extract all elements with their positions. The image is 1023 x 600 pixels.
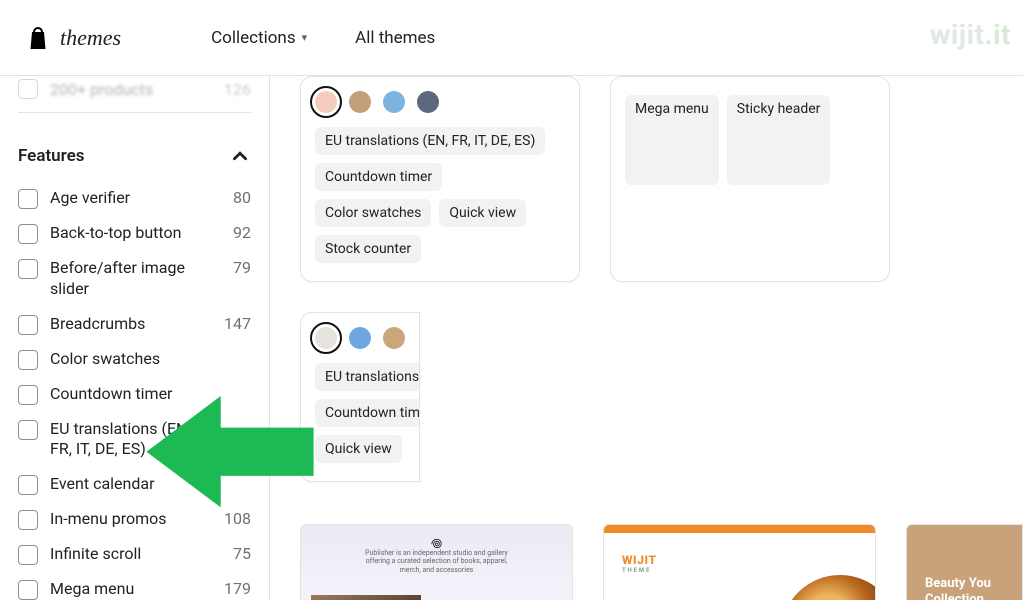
filter-label: EU translations (EN, FR, IT, DE, ES) — [50, 419, 205, 461]
feature-tag: EU translations (EN, FR, IT, DE, ES) — [315, 127, 545, 155]
shopify-bag-icon — [26, 25, 50, 51]
thumb-headline: Publisher is an independent studio and g… — [356, 549, 516, 574]
checkbox[interactable] — [18, 385, 38, 405]
filter-label: 200+ products — [50, 80, 212, 99]
main-nav: Collections ▾ All themes — [211, 28, 435, 48]
filter-label: Mega menu — [50, 579, 205, 600]
filter-count: 179 — [217, 579, 251, 598]
color-swatch[interactable] — [417, 91, 439, 113]
swatch-row — [315, 91, 565, 113]
nav-all-themes[interactable]: All themes — [355, 28, 435, 48]
filter-list: Age verifier 80 Back-to-top button 92 Before… — [18, 181, 251, 600]
color-swatch[interactable] — [315, 327, 337, 349]
theme-thumbnail[interactable]: WIJITT H E M E THE RESTAURANT HOLDS SPIC… — [603, 524, 876, 600]
filter-count: 147 — [217, 314, 251, 333]
nav-collections-label: Collections — [211, 28, 296, 48]
feature-tag: Quick view — [315, 435, 402, 463]
filters-sidebar: 200+ products 126 Features Age verifier 8… — [0, 76, 270, 600]
color-swatch[interactable] — [383, 327, 405, 349]
filter-row[interactable]: Color swatches — [18, 342, 251, 377]
feature-tag: Color swatches — [315, 199, 431, 227]
color-swatch[interactable] — [349, 327, 371, 349]
filter-label: Countdown timer — [50, 384, 205, 405]
divider — [18, 112, 251, 113]
checkbox[interactable] — [18, 580, 38, 600]
filter-label: Back-to-top button — [50, 223, 205, 244]
brand-logo[interactable]: themes — [26, 25, 121, 51]
tag-list: Mega menuSticky header — [625, 95, 875, 185]
filter-row[interactable]: Before/after image slider 79 — [18, 251, 251, 307]
filter-label: Color swatches — [50, 349, 205, 370]
color-swatch[interactable] — [349, 91, 371, 113]
filter-group-heading[interactable]: Features — [18, 145, 251, 167]
filter-count: 126 — [224, 80, 251, 99]
filter-label: Before/after image slider — [50, 258, 205, 300]
tag-list: EU translations (EN, FR, IT, DE, ES) Coun… — [315, 127, 565, 263]
checkbox[interactable] — [18, 224, 38, 244]
filter-row[interactable]: Countdown timer — [18, 377, 251, 412]
checkbox[interactable] — [18, 315, 38, 335]
feature-tag: Mega menu — [625, 95, 719, 185]
feature-tag: Countdown timer — [315, 163, 442, 191]
filter-label: In-menu promos — [50, 509, 205, 530]
theme-card[interactable]: Mega menuSticky header — [610, 76, 890, 282]
checkbox[interactable] — [18, 350, 38, 370]
checkbox[interactable] — [18, 259, 38, 279]
theme-thumbnail[interactable]: Beauty You Collection DISCOVER NOW Tru F… — [906, 524, 1023, 600]
filter-row[interactable]: Mega menu 179 — [18, 572, 251, 600]
feature-tag: Countdown timer — [315, 399, 420, 427]
filter-count: 75 — [217, 544, 251, 563]
feature-tag: EU translations — [315, 363, 420, 391]
filter-count: 108 — [217, 509, 251, 528]
color-swatch[interactable] — [383, 91, 405, 113]
theme-thumbnail[interactable]: 𖦹 Publisher is an independent studio and… — [300, 524, 573, 600]
filter-row[interactable]: Event calendar — [18, 467, 251, 502]
tag-list: EU translationsCountdown timerQuick view — [315, 363, 405, 463]
color-swatch[interactable] — [315, 91, 337, 113]
filter-row[interactable]: Back-to-top button 92 — [18, 216, 251, 251]
filter-row[interactable]: Breadcrumbs 147 — [18, 307, 251, 342]
site-header: themes Collections ▾ All themes — [0, 0, 1023, 76]
filter-row[interactable]: In-menu promos 108 — [18, 502, 251, 537]
thumb-headline: Beauty You Collection — [925, 576, 1014, 600]
filter-row-truncated[interactable]: 200+ products 126 — [18, 76, 251, 102]
checkbox[interactable] — [18, 189, 38, 209]
checkbox[interactable] — [18, 475, 38, 495]
feature-tag: Sticky header — [727, 95, 831, 185]
filter-label: Infinite scroll — [50, 544, 205, 565]
swatch-row — [315, 327, 405, 349]
nav-all-themes-label: All themes — [355, 28, 435, 48]
results-grid: EU translations (EN, FR, IT, DE, ES) Coun… — [270, 76, 1023, 600]
checkbox[interactable] — [18, 420, 38, 440]
filter-row[interactable]: EU translations (EN, FR, IT, DE, ES) — [18, 412, 251, 468]
theme-card[interactable]: EU translations (EN, FR, IT, DE, ES) Coun… — [300, 76, 580, 282]
checkbox[interactable] — [18, 79, 38, 99]
filter-count: 92 — [217, 223, 251, 242]
checkbox[interactable] — [18, 545, 38, 565]
chevron-up-icon[interactable] — [229, 145, 251, 167]
filter-row[interactable]: Infinite scroll 75 — [18, 537, 251, 572]
brand-name: themes — [60, 25, 121, 51]
chevron-down-icon: ▾ — [302, 31, 308, 44]
feature-tag: Stock counter — [315, 235, 421, 263]
theme-card[interactable]: EU translations Countdown timer Quick view — [300, 312, 420, 482]
thumb-image — [311, 595, 421, 600]
filter-label: Event calendar — [50, 474, 205, 495]
filter-group-label: Features — [18, 146, 85, 166]
feature-tag: Quick view — [439, 199, 526, 227]
filter-label: Age verifier — [50, 188, 205, 209]
checkbox[interactable] — [18, 510, 38, 530]
filter-label: Breadcrumbs — [50, 314, 205, 335]
filter-count: 79 — [217, 258, 251, 277]
filter-row[interactable]: Age verifier 80 — [18, 181, 251, 216]
filter-count: 80 — [217, 188, 251, 207]
nav-collections[interactable]: Collections ▾ — [211, 28, 307, 48]
